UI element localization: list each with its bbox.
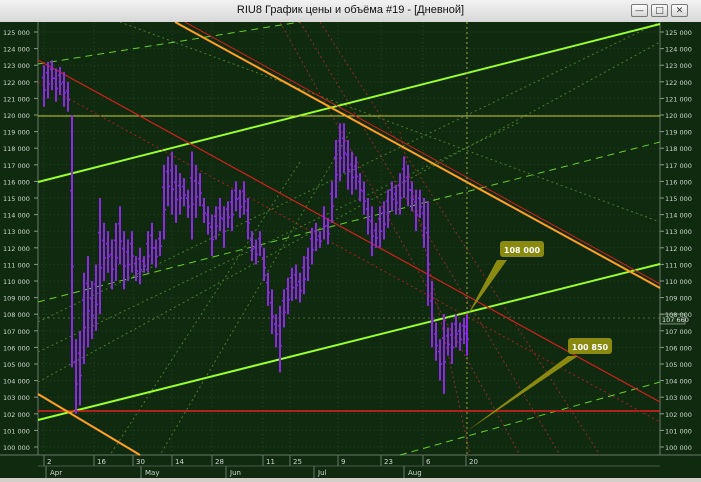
- date-day-label: 30: [136, 458, 145, 466]
- price-label-left: 110 000: [3, 278, 30, 286]
- price-label-left: 108 000: [3, 311, 30, 319]
- date-day-label: 20: [469, 458, 478, 466]
- date-day-label: 23: [384, 458, 393, 466]
- price-label-right: 115 000: [665, 195, 692, 203]
- price-label-left: 114 000: [3, 212, 30, 220]
- price-label-left: 100 000: [3, 444, 30, 452]
- price-label-right: 101 000: [665, 427, 692, 435]
- price-label-right: 103 000: [665, 394, 692, 402]
- date-month-label: Jun: [229, 469, 241, 477]
- price-label-left: 106 000: [3, 344, 30, 352]
- price-label-left: 120 000: [3, 112, 30, 120]
- price-label-right: 113 000: [665, 228, 692, 236]
- price-label-left: 103 000: [3, 394, 30, 402]
- close-icon[interactable]: ✕: [671, 4, 688, 17]
- date-day-label: 9: [341, 458, 345, 466]
- price-label-left: 109 000: [3, 295, 30, 303]
- restore-icon[interactable]: □: [651, 4, 668, 17]
- price-label-left: 111 000: [3, 261, 30, 269]
- price-label-right: 109 000: [665, 295, 692, 303]
- price-label-right: 117 000: [665, 162, 692, 170]
- price-label-right: 102 000: [665, 411, 692, 419]
- price-label-right: 123 000: [665, 62, 692, 70]
- price-label-left: 118 000: [3, 145, 30, 153]
- price-label-left: 101 000: [3, 427, 30, 435]
- price-label-right: 119 000: [665, 129, 692, 137]
- date-day-label: 11: [266, 458, 275, 466]
- date-day-label: 25: [293, 458, 302, 466]
- price-label-left: 107 000: [3, 328, 30, 336]
- price-label-right: 106 000: [665, 344, 692, 352]
- price-label-left: 102 000: [3, 411, 30, 419]
- left-price-axis: [0, 22, 38, 455]
- price-label-left: 123 000: [3, 62, 30, 70]
- date-day-label: 16: [97, 458, 106, 466]
- callout-label-2: 100 850: [572, 343, 609, 352]
- price-label-right: 114 000: [665, 212, 692, 220]
- price-label-right: 125 000: [665, 29, 692, 37]
- price-label-right: 107 000: [665, 328, 692, 336]
- price-label-left: 116 000: [3, 178, 30, 186]
- date-month-label: May: [145, 469, 159, 477]
- price-label-right: 121 000: [665, 95, 692, 103]
- price-label-left: 105 000: [3, 361, 30, 369]
- date-day-label: 28: [215, 458, 224, 466]
- chart-window: RIU8 График цены и объёма #19 - [Дневной…: [0, 0, 701, 478]
- callout-label-1: 108 000: [504, 246, 541, 255]
- price-label-right: 111 000: [665, 261, 692, 269]
- date-day-label: 14: [175, 458, 184, 466]
- price-label-left: 119 000: [3, 129, 30, 137]
- date-day-label: 2: [47, 458, 51, 466]
- right-price-axis: [660, 22, 701, 455]
- price-label-left: 113 000: [3, 228, 30, 236]
- chart-canvas[interactable]: 108 000 100 850 107 660 125 000 125 00012…: [0, 21, 701, 478]
- minimize-icon[interactable]: —: [631, 4, 648, 17]
- price-label-right: 124 000: [665, 46, 692, 54]
- price-label-right: 112 000: [665, 245, 692, 253]
- price-label-right: 104 000: [665, 378, 692, 386]
- price-label-left: 121 000: [3, 95, 30, 103]
- price-label-right: 120 000: [665, 112, 692, 120]
- price-label-right: 122 000: [665, 79, 692, 87]
- title-bar[interactable]: RIU8 График цены и объёма #19 - [Дневной…: [0, 0, 701, 23]
- price-label-right: 100 000: [665, 444, 692, 452]
- price-label-left: 115 000: [3, 195, 30, 203]
- price-label-right: 110 000: [665, 278, 692, 286]
- window-title: RIU8 График цены и объёма #19 - [Дневной…: [236, 4, 465, 16]
- price-label-left: 117 000: [3, 162, 30, 170]
- date-day-label: 6: [426, 458, 431, 466]
- price-label-right: 108 000: [665, 311, 692, 319]
- price-label-right: 105 000: [665, 361, 692, 369]
- price-label-left: 124 000: [3, 46, 30, 54]
- price-label-right: 116 000: [665, 178, 692, 186]
- date-month-label: Aug: [408, 469, 422, 477]
- price-label-left: 125 000: [3, 29, 30, 37]
- price-label-right: 118 000: [665, 145, 692, 153]
- price-label-left: 104 000: [3, 378, 30, 386]
- price-label-left: 112 000: [3, 245, 30, 253]
- price-chart[interactable]: 108 000 100 850 107 660 125 000 125 000 12…: [0, 21, 701, 478]
- date-month-label: Jul: [317, 469, 327, 477]
- price-label-left: 122 000: [3, 79, 30, 87]
- date-month-label: Apr: [50, 469, 62, 477]
